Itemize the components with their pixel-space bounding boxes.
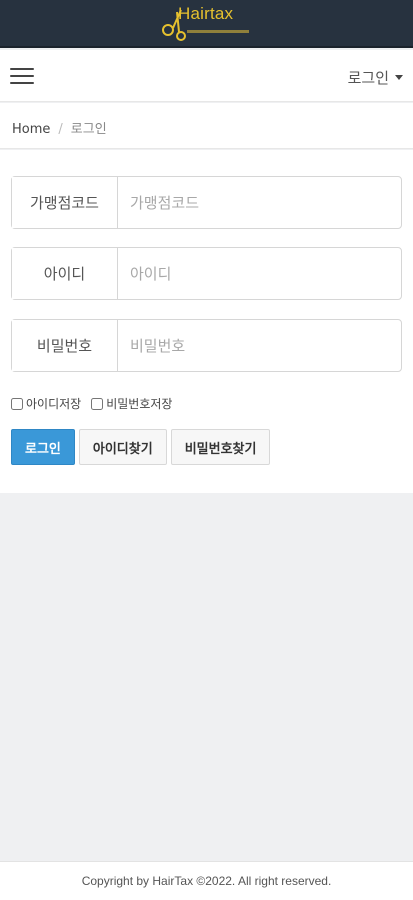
save-password-label: 비밀번호저장 <box>106 397 173 411</box>
action-buttons: 로그인 아이디찾기 비밀번호찾기 <box>11 429 271 465</box>
user-id-label: 아이디 <box>12 248 118 299</box>
logo-tagline-mark <box>187 30 249 33</box>
logo-text: Hairtax <box>178 4 234 23</box>
remember-options: 아이디저장 비밀번호저장 <box>11 395 172 412</box>
hamburger-menu-icon[interactable] <box>10 68 34 86</box>
password-label: 비밀번호 <box>12 320 118 371</box>
breadcrumb-home-link[interactable]: Home <box>12 122 50 137</box>
breadcrumb-current: 로그인 <box>70 122 107 137</box>
caret-down-icon[interactable] <box>395 75 403 80</box>
save-id-label: 아이디저장 <box>26 397 82 411</box>
store-code-group: 가맹점코드 <box>11 176 402 229</box>
login-button[interactable]: 로그인 <box>11 429 75 465</box>
save-id-checkbox[interactable] <box>11 397 23 410</box>
breadcrumb-separator: / <box>58 122 63 137</box>
copyright-text: Copyright by HairTax ©2022. All right re… <box>81 874 332 888</box>
user-id-group: 아이디 <box>11 247 402 300</box>
password-group: 비밀번호 <box>11 319 402 372</box>
top-header: Hairtax <box>0 0 413 48</box>
save-id-option[interactable]: 아이디저장 <box>11 395 81 412</box>
user-id-input[interactable] <box>118 248 401 299</box>
navbar: 로그인 <box>0 50 413 102</box>
breadcrumb: Home / 로그인 <box>0 103 413 149</box>
hairtax-logo[interactable]: Hairtax <box>161 4 253 42</box>
store-code-input[interactable] <box>118 177 401 228</box>
password-input[interactable] <box>118 320 401 371</box>
find-password-button[interactable]: 비밀번호찾기 <box>170 429 271 465</box>
footer: Copyright by HairTax ©2022. All right re… <box>0 861 413 900</box>
login-panel: 가맹점코드 아이디 비밀번호 아이디저장 비밀번호저장 로그인 아이디찾기 비밀… <box>0 150 413 493</box>
save-password-checkbox[interactable] <box>91 397 104 410</box>
store-code-label: 가맹점코드 <box>12 177 118 228</box>
login-dropdown[interactable]: 로그인 <box>348 67 389 88</box>
save-password-option[interactable]: 비밀번호저장 <box>91 395 172 412</box>
find-id-button[interactable]: 아이디찾기 <box>78 429 167 465</box>
